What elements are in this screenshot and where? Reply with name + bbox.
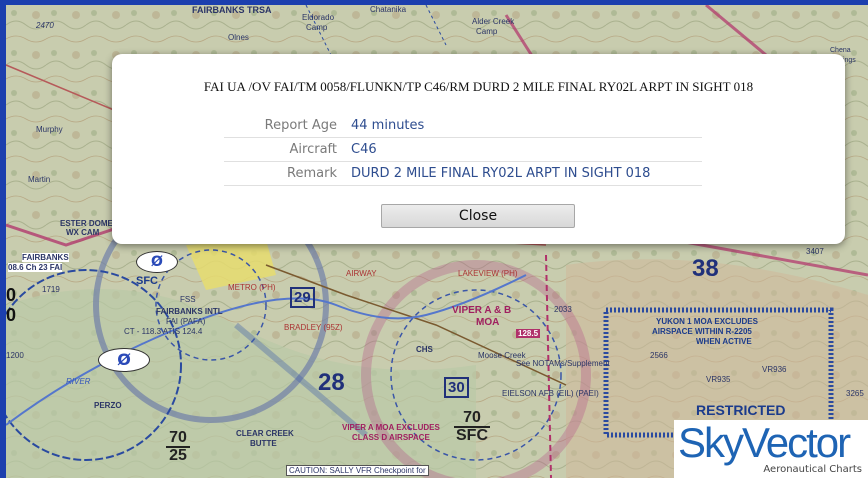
map-label-airspace-within: AIRSPACE WITHIN R-2205 — [652, 327, 752, 336]
row-divider — [224, 185, 702, 186]
map-label-fairbanks-trsa: FAIRBANKS TRSA — [192, 5, 272, 15]
aircraft-value: C46 — [351, 142, 377, 157]
map-label-vor-freq: 08.6 Ch 23 FAI — [8, 263, 63, 272]
map-mef-28: 28 — [318, 369, 345, 396]
map-label-metro: METRO (PH) — [228, 283, 276, 292]
logo-tagline: Aeronautical Charts — [763, 464, 862, 475]
map-label-fai-pafa: FAI (PAFA) — [166, 317, 206, 326]
report-age-row: Report Age 44 minutes — [112, 114, 845, 138]
report-age-value: 44 minutes — [351, 118, 425, 133]
map-label-butte: BUTTE — [250, 439, 277, 448]
map-label-viper-excludes: VIPER A MOA EXCLUDES — [342, 423, 440, 432]
map-label-bradley: BRADLEY (95Z) — [284, 323, 343, 332]
map-label-wx-cam: WX CAM — [66, 228, 100, 237]
map-label-moa: MOA — [476, 317, 500, 328]
map-label-perzo: PERZO — [94, 401, 122, 410]
map-label-1719: 1719 — [42, 285, 60, 294]
map-label-caution: CAUTION: SALLY VFR Checkpoint for — [286, 465, 429, 476]
map-label-fss: FSS — [180, 295, 196, 304]
map-label-lakeview: LAKEVIEW (PH) — [458, 269, 518, 278]
map-label-martin: Martin — [28, 175, 51, 184]
map-label-see-notams: See NOTAMs/Supplement — [516, 359, 610, 368]
map-label-class-d: CLASS D AIRSPACE — [352, 433, 430, 442]
pirep-marker-fai[interactable]: Ø — [136, 251, 178, 273]
map-label-2033: 2033 — [554, 305, 572, 314]
map-label-viper-a-b: VIPER A & B — [452, 305, 512, 316]
logo-brand: SkyVector — [678, 419, 851, 466]
map-label-when-active: WHEN ACTIVE — [696, 337, 752, 346]
remark-row: Remark DURD 2 MILE FINAL RY02L ARPT IN S… — [112, 162, 845, 186]
map-label-river: RIVER — [66, 377, 91, 386]
map-label-yukon: YUKON 1 MOA EXCLUDES — [656, 317, 758, 326]
map-edge-0b: 0 — [6, 305, 17, 325]
aircraft-label: Aircraft — [289, 142, 337, 157]
map-label-chena: Chena — [830, 47, 851, 54]
ceiling-top: 70 — [166, 430, 190, 448]
map-label-camp: Camp — [306, 23, 328, 32]
map-ceiling-70-25: 70 25 — [166, 430, 190, 464]
map-mef-38: 38 — [692, 255, 719, 282]
map-label-clear-creek: CLEAR CREEK — [236, 429, 294, 438]
report-age-label: Report Age — [264, 118, 337, 133]
map-label-chs: CHS — [416, 345, 433, 354]
map-label-fairbanks-intl: FAIRBANKS INTL — [156, 307, 223, 316]
map-label-eielson: EIELSON AFB (EIL) (PAEI) — [502, 389, 599, 398]
pirep-raw-text: FAI UA /OV FAI/TM 0058/FLUNKN/TP C46/RM … — [203, 79, 754, 94]
map-label-airway: AIRWAY — [346, 269, 377, 278]
map-label-murphy: Murphy — [36, 125, 63, 134]
map-ceiling-70-sfc: 70 SFC — [454, 410, 490, 444]
remark-label: Remark — [287, 166, 337, 181]
map-label-alder-creek: Alder Creek — [472, 17, 515, 26]
ceiling-bottom: 25 — [169, 447, 187, 464]
map-label-moose-creek: Moose Creek — [478, 351, 526, 360]
pirep-marker-south[interactable]: Ø — [98, 348, 150, 372]
map-box-29: 29 — [290, 287, 315, 308]
map-label-3407: 3407 — [806, 247, 824, 256]
map-label-olnes: Olnes — [228, 33, 249, 42]
map-label-ester-dome: ESTER DOME — [60, 219, 113, 228]
remark-value: DURD 2 MILE FINAL RY02L ARPT IN SIGHT 01… — [351, 166, 651, 181]
map-label-eldorado: Eldorado — [302, 13, 335, 22]
map-label-fairbanks-vor: FAIRBANKS — [22, 253, 69, 262]
ceiling-top: 70 — [454, 410, 490, 428]
map-label-restricted: RESTRICTED — [696, 402, 786, 418]
map-label-camp-2: Camp — [476, 27, 498, 36]
map-label-ct-atis: CT - 118.3 ATIS 124.4 — [124, 327, 203, 336]
skyvector-logo[interactable]: SkyVector Aeronautical Charts — [674, 420, 868, 478]
map-label-vr935: VR935 — [706, 375, 731, 384]
map-label-1200: 1200 — [6, 351, 24, 360]
map-label-sfc: SFC — [136, 275, 158, 287]
map-label-2566: 2566 — [650, 351, 668, 360]
map-edge-0a: 0 — [6, 285, 17, 305]
pirep-dialog: FAI UA /OV FAI/TM 0058/FLUNKN/TP C46/RM … — [112, 54, 845, 244]
map-label-chatanika: Chatanika — [370, 5, 407, 14]
close-button[interactable]: Close — [381, 204, 575, 228]
map-label-2470: 2470 — [36, 21, 54, 30]
ceiling-bottom: SFC — [456, 427, 488, 444]
map-label-128-5: 128.5 — [516, 329, 541, 338]
aircraft-row: Aircraft C46 — [112, 138, 845, 162]
map-box-30: 30 — [444, 377, 469, 398]
map-label-vr936: VR936 — [762, 365, 787, 374]
map-label-3265: 3265 — [846, 389, 864, 398]
